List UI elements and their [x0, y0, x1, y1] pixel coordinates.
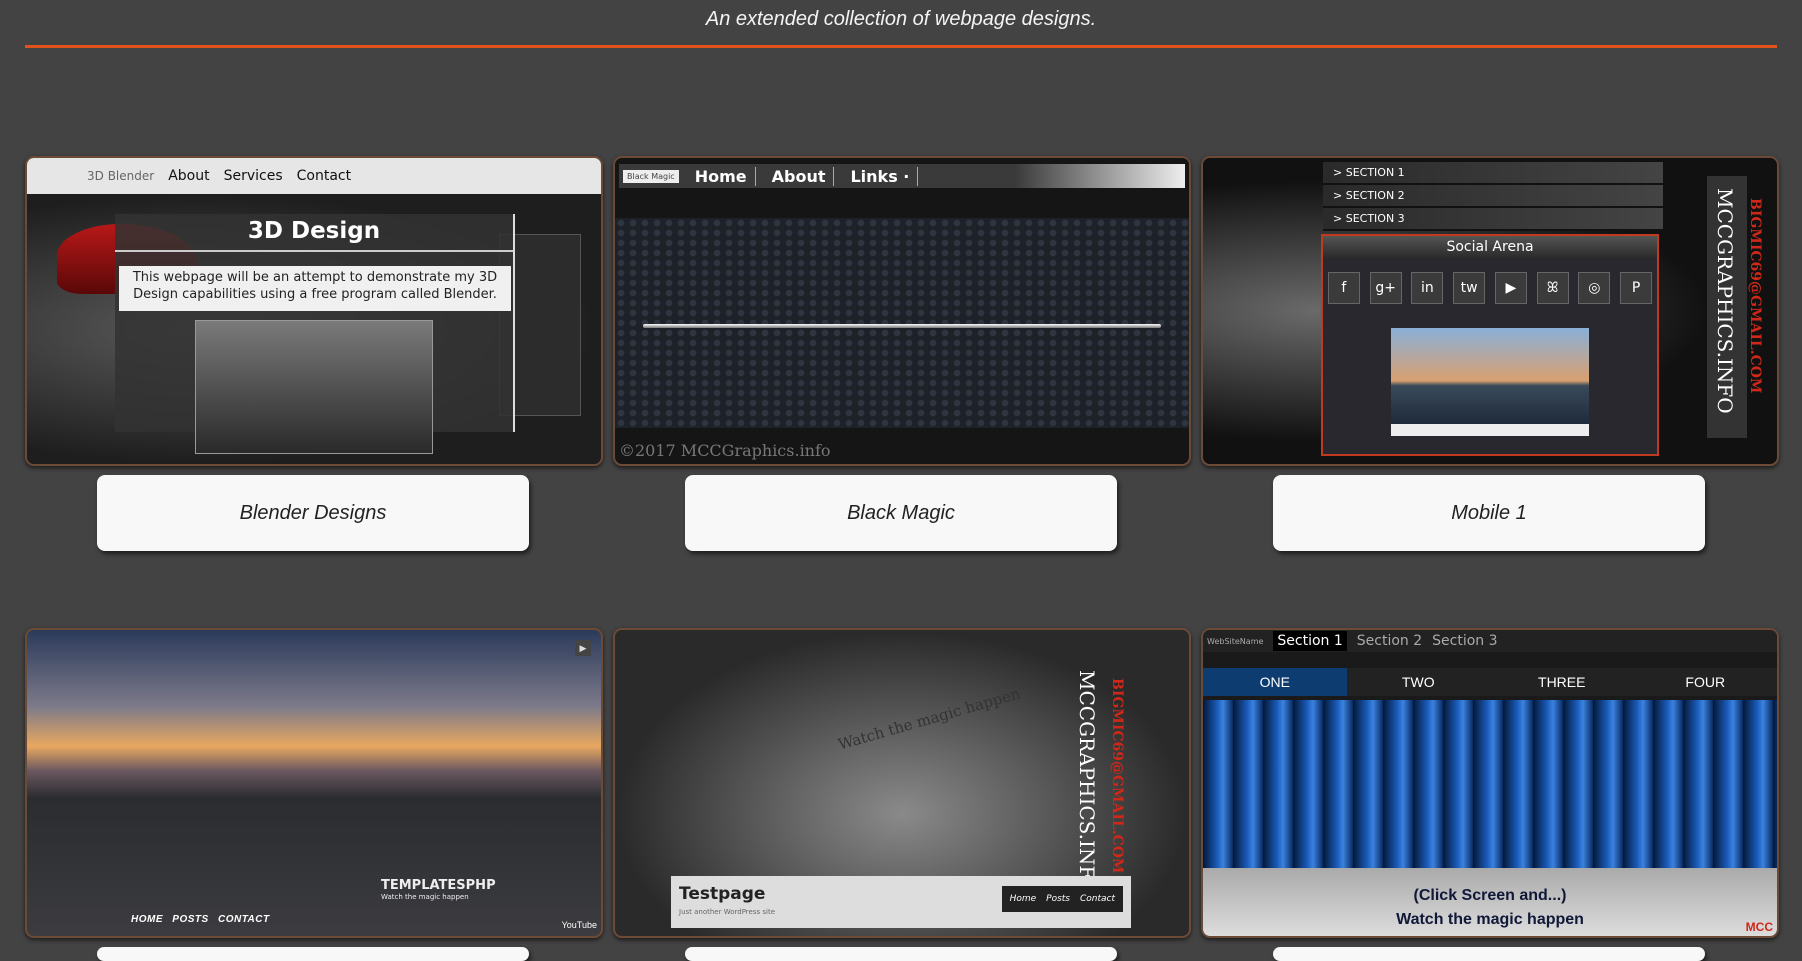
vertical-site-name: MCCGRAPHICS.INFO: [1713, 188, 1737, 414]
preview-section-2: Section 2: [1356, 633, 1423, 649]
preview-message-line-2: Watch the magic happen: [1396, 911, 1584, 928]
preview-scene: 3D Design This webpage will be an attemp…: [27, 194, 601, 464]
menu-section-1: > SECTION 1: [1323, 162, 1663, 185]
preview-description: This webpage will be an attempt to demon…: [119, 266, 511, 311]
preview-section-3: Section 3: [1432, 633, 1498, 649]
preview-navbar: WebSiteName Section 1 Section 2 Section …: [1203, 630, 1777, 652]
chrome-line: [643, 324, 1161, 328]
linkedin-icon: in: [1411, 272, 1444, 304]
preview-title: 3D Design: [115, 218, 513, 252]
design-card-templatesphp[interactable]: ▶ TEMPLATESPHP Watch the magic happen HO…: [25, 628, 603, 938]
mobile-1-button[interactable]: Mobile 1: [1273, 475, 1705, 551]
templatesphp-button[interactable]: [97, 947, 529, 961]
play-icon: ▶: [575, 640, 591, 656]
preview-nav-about: About: [168, 168, 210, 184]
video-controls: [1391, 424, 1589, 436]
preview-nav-about: About: [764, 166, 835, 186]
facebook-icon: f: [1327, 272, 1360, 304]
preview-navbar: Home Posts Contact: [1001, 886, 1123, 912]
preview-tab-two: TWO: [1401, 674, 1435, 690]
magic-banner: Watch the magic happen: [836, 684, 1023, 754]
design-card-black-magic[interactable]: Black Magic Home About Links · ©2017 MCC…: [613, 156, 1191, 466]
preview-navbar: Black Magic Home About Links ·: [619, 164, 1185, 188]
preview-nav-home: Home: [687, 166, 756, 186]
vertical-email: BIGMIC69@GMAIL.COM: [1109, 678, 1125, 874]
preview-brand-sub: Watch the magic happen: [381, 893, 469, 901]
social-panel-title: Social Arena: [1323, 236, 1657, 258]
black-magic-button[interactable]: Black Magic: [685, 475, 1117, 551]
preview-nav-home: HOME: [131, 914, 163, 925]
testpage-button[interactable]: [685, 947, 1117, 961]
preview-brand-name: TEMPLATESPHP: [381, 878, 496, 893]
youtube-logo: YouTube: [561, 920, 597, 930]
preview-message: (Click Screen and...) Watch the magic ha…: [1203, 884, 1777, 932]
preview-footer: Testpage Just another WordPress site Hom…: [671, 876, 1131, 928]
header-divider: [25, 45, 1777, 48]
vertical-email: BIGMIC69@GMAIL.COM: [1747, 198, 1763, 394]
preview-title: Testpage: [679, 884, 766, 904]
preview-navbar: 3D Blender About Services Contact: [27, 158, 601, 194]
preview-brand: 3D Blender: [87, 169, 155, 183]
social-icons: f g+ in tw ▶ ꕤ ◎ P: [1323, 272, 1657, 304]
preview-tab-one: ONE: [1203, 668, 1347, 696]
preview-tabs: ONE TWO THREE FOUR: [1203, 668, 1777, 696]
design-card-curtain[interactable]: WebSiteName Section 1 Section 2 Section …: [1201, 628, 1779, 938]
preview-nav-contact: Contact: [296, 168, 352, 184]
blender-designs-button[interactable]: Blender Designs: [97, 475, 529, 551]
preview-brand: TEMPLATESPHP Watch the magic happen: [381, 878, 496, 901]
vertical-site-name: MCCGRAPHICS.INFO: [1075, 670, 1099, 896]
preview-tab-four: FOUR: [1685, 674, 1726, 690]
preview-brand: Black Magic: [623, 169, 679, 183]
page-tagline: An extended collection of webpage design…: [705, 8, 1097, 30]
pinterest-icon: P: [1620, 272, 1653, 304]
preview-nav-links: Links ·: [842, 166, 919, 186]
preview-message-line-1: (Click Screen and...): [1413, 887, 1567, 904]
preview-subtitle: Just another WordPress site: [679, 908, 776, 916]
preview-nav-home: Home: [1009, 894, 1037, 904]
preview-footer: ©2017 MCCGraphics.info: [619, 441, 831, 460]
curtain-design-button[interactable]: [1273, 947, 1705, 961]
mcc-logo: MCC: [1745, 920, 1773, 934]
preview-nav-contact: CONTACT: [217, 914, 270, 925]
design-card-blender[interactable]: 3D Design This webpage will be an attemp…: [25, 156, 603, 466]
preview-nav-services: Services: [223, 168, 283, 184]
preview-navbar: HOME POSTS CONTACT: [131, 914, 276, 925]
preview-nav-posts: Posts: [1046, 894, 1070, 904]
hexagon-background: [615, 218, 1189, 428]
preview-nav-contact: Contact: [1079, 894, 1115, 904]
social-panel: Social Arena f g+ in tw ▶ ꕤ ◎ P: [1321, 234, 1659, 456]
google-plus-icon: g+: [1369, 272, 1402, 304]
twitter-icon: tw: [1453, 272, 1486, 304]
preview-site-name: WebSiteName: [1207, 636, 1264, 646]
preview-tab-three: THREE: [1538, 674, 1586, 690]
preview-nav-posts: POSTS: [172, 914, 209, 925]
group-icon: ꕤ: [1536, 272, 1569, 304]
section-menu: > SECTION 1 > SECTION 2 > SECTION 3: [1323, 162, 1663, 231]
monitor-image: [195, 320, 433, 454]
preview-section-1: Section 1: [1273, 631, 1347, 651]
design-card-mobile-1[interactable]: > SECTION 1 > SECTION 2 > SECTION 3 Soci…: [1201, 156, 1779, 466]
instagram-icon: ◎: [1578, 272, 1611, 304]
menu-section-3: > SECTION 3: [1323, 208, 1663, 231]
blue-curtain: [1203, 700, 1777, 868]
youtube-icon: ▶: [1494, 272, 1527, 304]
design-card-testpage[interactable]: Watch the magic happen MCCGRAPHICS.INFO …: [613, 628, 1191, 938]
menu-section-2: > SECTION 2: [1323, 185, 1663, 208]
sunset-video: [1391, 328, 1589, 424]
